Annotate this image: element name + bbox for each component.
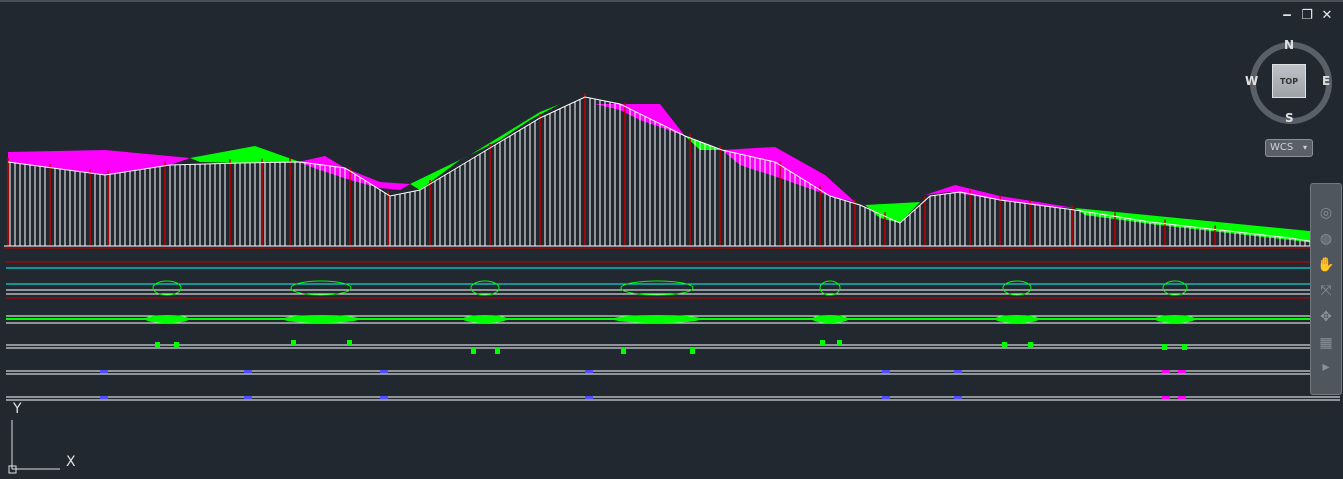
green-band-mark	[613, 315, 701, 323]
curve-ellipse	[470, 280, 500, 296]
compass-east[interactable]: E	[1322, 74, 1330, 88]
restore-button[interactable]: ❐	[1301, 9, 1313, 23]
band-tick	[882, 370, 890, 373]
full-navigation-wheel-icon[interactable]: ◍	[1316, 230, 1336, 248]
band-tick	[954, 396, 962, 399]
band-tick	[100, 370, 108, 373]
ucs-x-label: X	[66, 454, 76, 470]
green-band-block	[155, 342, 160, 348]
green-band-mark	[145, 315, 189, 323]
drawing-canvas[interactable]	[0, 0, 1343, 479]
pan-icon[interactable]: ✋	[1316, 256, 1336, 274]
compass-north[interactable]: N	[1284, 38, 1294, 52]
cut-area-4	[722, 147, 855, 202]
ucs-y-label: Y	[13, 401, 22, 417]
viewcube[interactable]: TOP N S E W	[1245, 38, 1332, 125]
close-button[interactable]: ✕	[1321, 9, 1333, 23]
green-band-block	[291, 340, 296, 346]
navbar-menu-icon[interactable]: ▸	[1316, 358, 1336, 376]
green-band-block	[837, 340, 842, 346]
band-tick	[244, 370, 252, 373]
green-band-mark	[812, 315, 848, 323]
station-lines	[7, 93, 1216, 246]
viewcube-top-face[interactable]: TOP	[1272, 64, 1306, 98]
compass-west[interactable]: W	[1245, 74, 1258, 88]
wcs-label: WCS	[1270, 142, 1294, 153]
curve-ellipse	[1162, 280, 1188, 296]
band-tick	[585, 370, 593, 373]
band-tick	[882, 396, 890, 399]
band-tick	[1178, 396, 1186, 399]
green-band-block	[1028, 342, 1033, 348]
window-controls: ‒ ❐ ✕	[1281, 9, 1333, 23]
green-band-block	[347, 340, 352, 346]
showmotion-icon[interactable]: ▦	[1316, 334, 1336, 352]
band-tick	[1178, 370, 1186, 373]
compass-south[interactable]: S	[1285, 111, 1294, 125]
zoom-icon[interactable]: ⤧	[1316, 282, 1336, 300]
green-band-mark	[463, 315, 507, 323]
green-band-mark	[283, 315, 359, 323]
green-band-block	[1002, 342, 1007, 348]
steering-wheel-icon[interactable]: ◎	[1316, 204, 1336, 222]
band-tick	[954, 370, 962, 373]
curve-ellipse	[1002, 280, 1032, 296]
minimize-button[interactable]: ‒	[1281, 9, 1293, 23]
chevron-down-icon: ▾	[1302, 143, 1307, 152]
ucs-icon: Y X	[8, 400, 98, 479]
band-tick	[380, 396, 388, 399]
curve-ellipse	[152, 280, 182, 296]
green-band-block	[471, 348, 476, 354]
data-bands	[6, 261, 1340, 401]
green-band-block	[621, 348, 626, 354]
orbit-icon[interactable]: ✥	[1316, 308, 1336, 326]
curve-ellipse	[290, 280, 352, 296]
profile-hatch	[9, 97, 1336, 246]
band-tick	[585, 396, 593, 399]
green-band-block	[1162, 344, 1167, 350]
band-tick	[244, 396, 252, 399]
band-tick	[1162, 396, 1170, 399]
green-band-block	[174, 342, 179, 348]
wcs-menu[interactable]: WCS ▾	[1265, 139, 1313, 157]
curve-markers	[152, 280, 1188, 296]
navigation-bar[interactable]: ◎ ◍ ✋ ⤧ ✥ ▦ ▸	[1310, 183, 1342, 395]
green-band-block	[495, 348, 500, 354]
curve-ellipse	[620, 280, 694, 296]
band-tick	[1162, 370, 1170, 373]
green-band-block	[1182, 344, 1187, 350]
curve-ellipse	[819, 280, 841, 296]
green-band-block	[690, 348, 695, 354]
green-band-mark	[1155, 315, 1195, 323]
band-tick	[380, 370, 388, 373]
green-band-block	[820, 340, 825, 346]
green-band-mark	[995, 315, 1039, 323]
band-tick	[100, 396, 108, 399]
fill-area-1	[190, 146, 300, 163]
